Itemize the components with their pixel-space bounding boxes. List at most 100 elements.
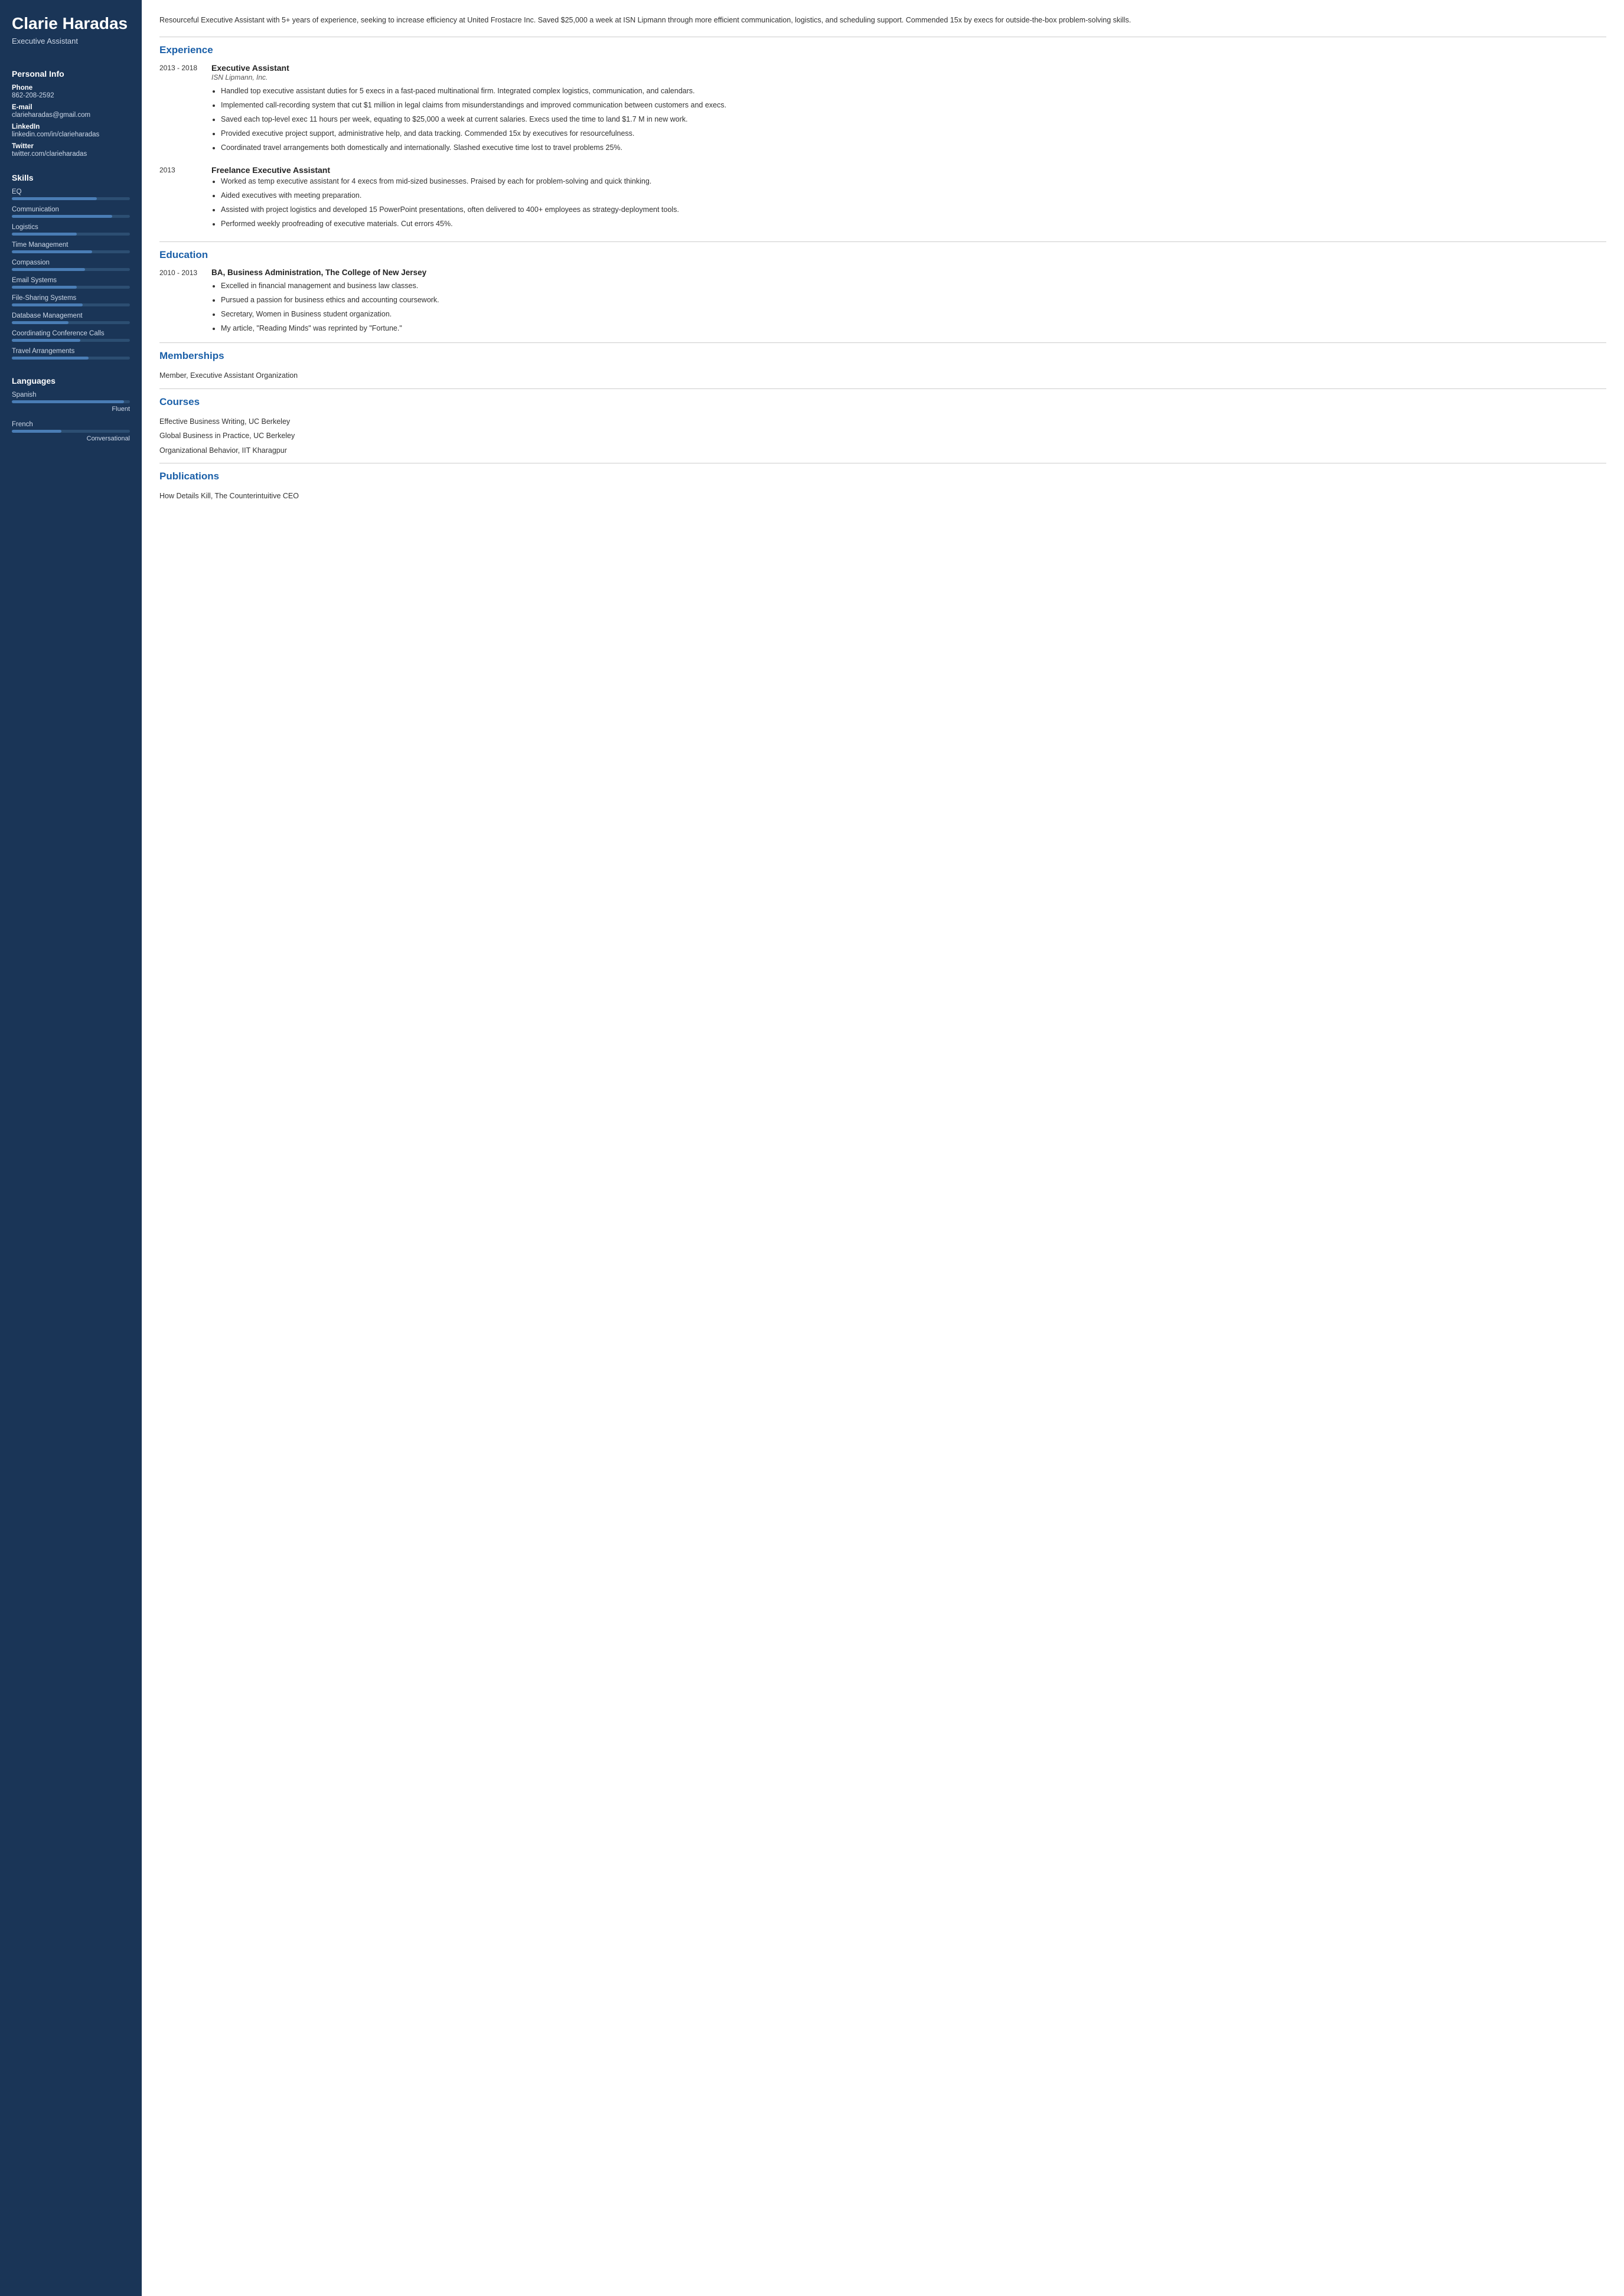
language-bar-bg [12, 400, 130, 403]
skill-name: EQ [12, 188, 130, 195]
edu-degree: BA, Business Administration, The College… [211, 268, 1606, 277]
skill-bar-fill [12, 197, 97, 200]
education-entry: 2010 - 2013 BA, Business Administration,… [159, 268, 1606, 337]
entry-content: Freelance Executive Assistant Worked as … [211, 165, 1606, 232]
candidate-title: Executive Assistant [12, 37, 130, 45]
course-item: Organizational Behavior, IIT Kharagpur [159, 444, 1606, 458]
twitter-label: Twitter [12, 143, 130, 150]
skill-name: File-Sharing Systems [12, 295, 130, 302]
experience-list: 2013 - 2018 Executive Assistant ISN Lipm… [159, 63, 1606, 232]
experience-entry: 2013 Freelance Executive Assistant Worke… [159, 165, 1606, 232]
skill-bar-fill [12, 268, 85, 271]
skill-bar-bg [12, 197, 130, 200]
language-level: Fluent [12, 406, 130, 413]
experience-section-title: Experience [159, 44, 1606, 56]
skill-item: Compassion [12, 259, 130, 271]
skill-item: File-Sharing Systems [12, 295, 130, 306]
skill-bar-bg [12, 268, 130, 271]
bullet-item: Pursued a passion for business ethics an… [221, 294, 1606, 306]
language-item: Spanish Fluent [12, 391, 130, 413]
publication-item: How Details Kill, The Counterintuitive C… [159, 489, 1606, 503]
sidebar: Clarie Haradas Executive Assistant Perso… [0, 0, 142, 2296]
skill-name: Email Systems [12, 277, 130, 284]
divider-education [159, 241, 1606, 242]
language-bar-fill [12, 400, 124, 403]
skill-name: Database Management [12, 312, 130, 319]
skill-bar-bg [12, 233, 130, 236]
bullet-item: Handled top executive assistant duties f… [221, 85, 1606, 97]
twitter-value: twitter.com/clarieharadas [12, 151, 130, 158]
candidate-name: Clarie Haradas [12, 14, 130, 33]
language-bar-bg [12, 430, 130, 433]
email-value: clarieharadas@gmail.com [12, 112, 130, 119]
skill-item: Logistics [12, 224, 130, 236]
main-content: Resourceful Executive Assistant with 5+ … [142, 0, 1624, 2296]
education-list: 2010 - 2013 BA, Business Administration,… [159, 268, 1606, 337]
publications-list: How Details Kill, The Counterintuitive C… [159, 489, 1606, 503]
bullet-item: Provided executive project support, admi… [221, 128, 1606, 139]
skill-bar-fill [12, 339, 80, 342]
bullet-item: Coordinated travel arrangements both dom… [221, 142, 1606, 153]
skill-item: Time Management [12, 241, 130, 253]
entry-date: 2013 - 2018 [159, 63, 201, 156]
skill-name: Compassion [12, 259, 130, 266]
skill-bar-bg [12, 286, 130, 289]
bullet-item: Assisted with project logistics and deve… [221, 204, 1606, 215]
entry-date: 2013 [159, 165, 201, 232]
courses-section-title: Courses [159, 396, 1606, 408]
skill-bar-fill [12, 286, 77, 289]
skills-list: EQ Communication Logistics Time Manageme… [12, 188, 130, 365]
skill-bar-bg [12, 339, 130, 342]
skill-item: Travel Arrangements [12, 348, 130, 360]
skill-name: Travel Arrangements [12, 348, 130, 355]
bullet-item: Performed weekly proofreading of executi… [221, 218, 1606, 230]
summary-text: Resourceful Executive Assistant with 5+ … [159, 14, 1606, 26]
edu-bullets: Excelled in financial management and bus… [211, 280, 1606, 334]
skill-bar-fill [12, 303, 83, 306]
linkedin-label: LinkedIn [12, 123, 130, 130]
skill-item: Email Systems [12, 277, 130, 289]
skill-item: Coordinating Conference Calls [12, 330, 130, 342]
entry-content: Executive Assistant ISN Lipmann, Inc. Ha… [211, 63, 1606, 156]
language-level: Conversational [12, 435, 130, 442]
memberships-section-title: Memberships [159, 350, 1606, 362]
skill-bar-bg [12, 215, 130, 218]
bullet-item: Implemented call-recording system that c… [221, 99, 1606, 111]
bullet-item: Saved each top-level exec 11 hours per w… [221, 113, 1606, 125]
skill-bar-bg [12, 357, 130, 360]
skill-bar-bg [12, 321, 130, 324]
language-item: French Conversational [12, 421, 130, 442]
skill-name: Coordinating Conference Calls [12, 330, 130, 337]
entry-job-title: Executive Assistant [211, 63, 1606, 73]
entry-job-title: Freelance Executive Assistant [211, 165, 1606, 175]
skills-section-title: Skills [12, 173, 130, 182]
language-name: Spanish [12, 391, 130, 399]
bullet-item: Secretary, Women in Business student org… [221, 308, 1606, 320]
skill-name: Time Management [12, 241, 130, 249]
course-item: Global Business in Practice, UC Berkeley [159, 429, 1606, 443]
membership-item: Member, Executive Assistant Organization [159, 369, 1606, 383]
entry-bullets: Worked as temp executive assistant for 4… [211, 175, 1606, 230]
languages-list: Spanish Fluent French Conversational [12, 391, 130, 450]
publications-section-title: Publications [159, 471, 1606, 482]
bullet-item: Excelled in financial management and bus… [221, 280, 1606, 292]
skill-bar-bg [12, 303, 130, 306]
bullet-item: Worked as temp executive assistant for 4… [221, 175, 1606, 187]
skill-bar-fill [12, 250, 92, 253]
courses-list: Effective Business Writing, UC BerkeleyG… [159, 415, 1606, 458]
experience-entry: 2013 - 2018 Executive Assistant ISN Lipm… [159, 63, 1606, 156]
divider-memberships [159, 342, 1606, 343]
bullet-item: Aided executives with meeting preparatio… [221, 190, 1606, 201]
skill-bar-fill [12, 233, 77, 236]
language-name: French [12, 421, 130, 428]
course-item: Effective Business Writing, UC Berkeley [159, 415, 1606, 429]
linkedin-value: linkedin.com/in/clarieharadas [12, 131, 130, 138]
education-section-title: Education [159, 249, 1606, 261]
skill-bar-bg [12, 250, 130, 253]
edu-date: 2010 - 2013 [159, 268, 201, 337]
email-label: E-mail [12, 104, 130, 111]
skill-item: Communication [12, 206, 130, 218]
skill-name: Logistics [12, 224, 130, 231]
skill-bar-fill [12, 215, 112, 218]
skill-name: Communication [12, 206, 130, 213]
